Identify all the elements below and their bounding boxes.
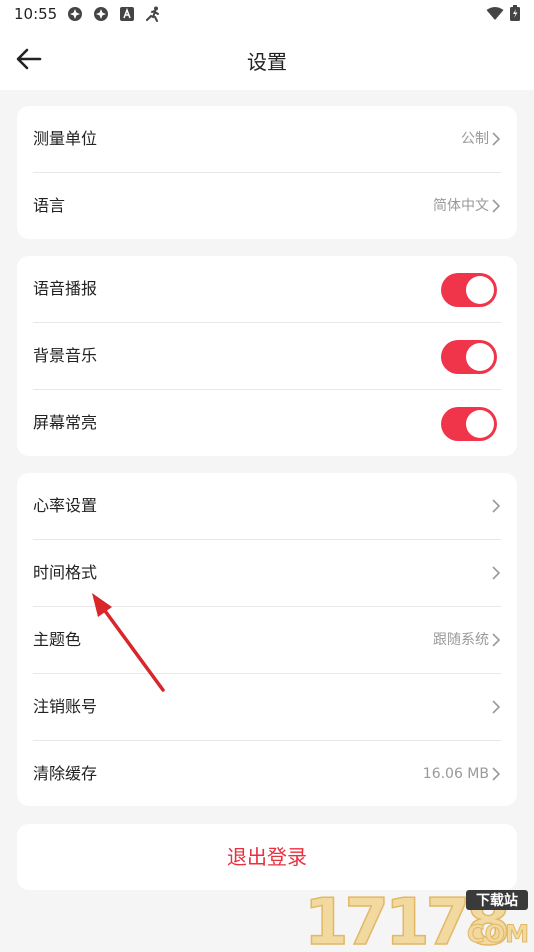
row-label: 心率设置: [33, 496, 98, 515]
status-time: 10:55: [14, 5, 58, 23]
watermark-badge: 下载站: [476, 892, 518, 909]
toggle-knob: [466, 343, 494, 371]
row-label: 语音播报: [33, 279, 98, 298]
chevron-right-icon: [492, 700, 501, 714]
background-music-toggle[interactable]: [441, 340, 497, 374]
row-label: 测量单位: [33, 129, 98, 148]
app-header: 设置: [0, 28, 534, 90]
chevron-right-icon: [492, 199, 501, 213]
row-value: 简体中文: [433, 198, 489, 214]
wifi-icon: [486, 6, 504, 25]
row-label: 时间格式: [33, 563, 98, 582]
settings-card-toggles: 语音播报 背景音乐 屏幕常亮: [17, 256, 517, 456]
status-bar: 10:55: [0, 0, 534, 28]
row-label: 背景音乐: [33, 346, 98, 365]
row-label: 主题色: [33, 630, 82, 649]
delete-account-row[interactable]: 注销账号: [17, 674, 517, 740]
page-title: 设置: [247, 50, 287, 74]
app-notification-icon: [92, 5, 110, 23]
screen-always-on-toggle[interactable]: [441, 407, 497, 441]
row-label: 注销账号: [33, 697, 98, 716]
time-format-row[interactable]: 时间格式: [17, 540, 517, 606]
toggle-knob: [466, 410, 494, 438]
running-icon: [144, 5, 162, 23]
row-label: 清除缓存: [33, 764, 98, 783]
chevron-right-icon: [492, 499, 501, 513]
background-music-row: 背景音乐: [17, 323, 517, 389]
screen-always-on-row: 屏幕常亮: [17, 390, 517, 456]
voice-broadcast-toggle[interactable]: [441, 273, 497, 307]
toggle-knob: [466, 276, 494, 304]
row-label: 屏幕常亮: [33, 413, 98, 432]
settings-card-general: 心率设置 时间格式 主题色 跟随系统 注销账号 清除缓存 16.06 MB: [17, 473, 517, 806]
row-value: 公制: [461, 131, 489, 147]
settings-card-units: 测量单位 公制 语言 简体中文: [17, 106, 517, 239]
watermark-domain: COM: [467, 920, 529, 948]
status-system-icons: [486, 5, 520, 25]
chevron-right-icon: [492, 132, 501, 146]
chevron-right-icon: [492, 767, 501, 781]
site-watermark-logo: 17178 下载站 COM: [302, 885, 530, 952]
chevron-right-icon: [492, 566, 501, 580]
row-value: 跟随系统: [433, 632, 489, 648]
row-value: 16.06 MB: [422, 766, 489, 782]
app-notification-icon: [66, 5, 84, 23]
theme-color-row[interactable]: 主题色 跟随系统: [17, 607, 517, 673]
battery-icon: [510, 5, 520, 25]
language-row[interactable]: 语言 简体中文: [17, 173, 517, 239]
row-label: 语言: [33, 196, 66, 215]
clear-cache-row[interactable]: 清除缓存 16.06 MB: [17, 741, 517, 806]
measurement-unit-row[interactable]: 测量单位 公制: [17, 106, 517, 172]
logout-button[interactable]: 退出登录: [17, 824, 517, 890]
heart-rate-settings-row[interactable]: 心率设置: [17, 473, 517, 539]
a-box-icon: [118, 5, 136, 23]
status-notification-icons: [66, 5, 162, 23]
voice-broadcast-row: 语音播报: [17, 256, 517, 322]
chevron-right-icon: [492, 633, 501, 647]
